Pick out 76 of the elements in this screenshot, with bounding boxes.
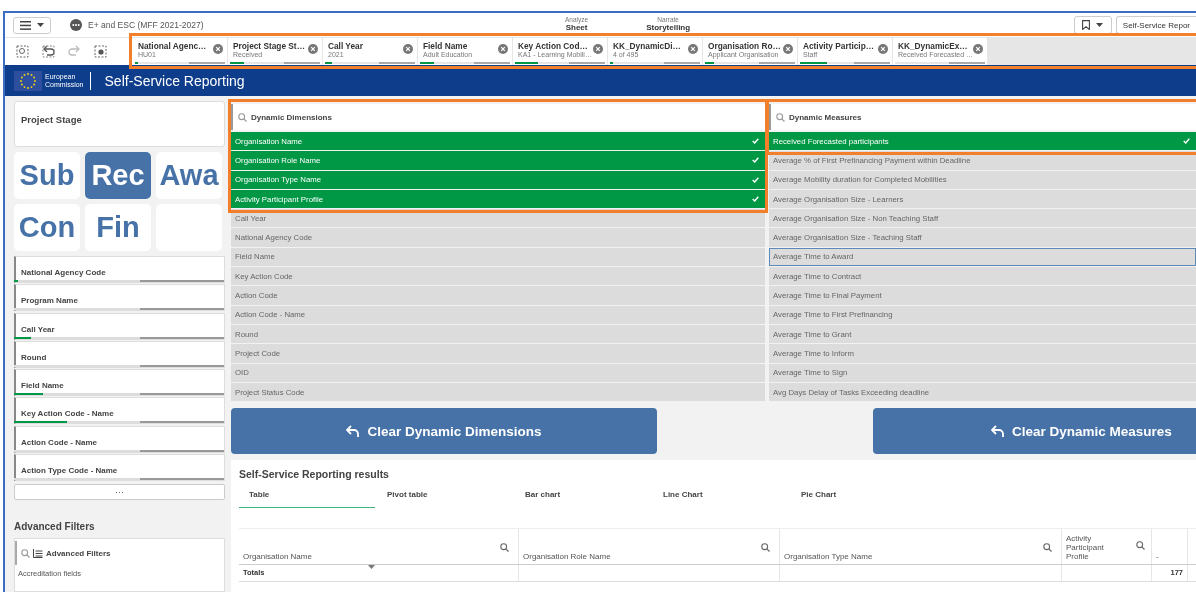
list-icon <box>33 548 43 558</box>
sheet-button[interactable]: Self-Service Repor <box>1115 16 1196 34</box>
panel-title: Project Stage <box>21 114 82 125</box>
filter-pane[interactable]: Round <box>14 340 225 368</box>
bookmark-button[interactable] <box>1073 16 1112 34</box>
check-icon <box>752 157 759 164</box>
chip-field-name: KK_DynamicDi… <box>613 41 682 51</box>
search-field[interactable]: Dynamic Measures <box>769 104 1196 130</box>
caret-icon <box>37 23 44 27</box>
chip-field-name: Organisation Ro… <box>708 41 782 51</box>
filter-pane[interactable]: Key Action Code - Name <box>14 397 225 425</box>
chip-field-name: National Agenc… <box>138 41 208 51</box>
check-icon <box>752 176 759 183</box>
clear-selections-icon <box>94 45 107 58</box>
search-icon <box>238 112 247 122</box>
filter-pane[interactable]: Program Name <box>14 284 225 312</box>
stage-tile[interactable]: Rec <box>85 152 151 199</box>
bookmark-icon <box>1082 20 1091 30</box>
column-header[interactable]: - <box>1152 529 1188 565</box>
check-icon <box>1183 138 1190 145</box>
app-icon <box>70 19 82 31</box>
close-icon <box>973 44 983 54</box>
close-icon <box>498 44 508 54</box>
filter-pane[interactable]: Call Year <box>14 312 225 340</box>
selection-search-icon <box>16 45 29 58</box>
tab[interactable]: Bar chart <box>515 490 651 509</box>
column-header[interactable]: Organisation Role Name <box>519 529 780 565</box>
close-icon <box>783 44 793 54</box>
step-back-icon <box>42 45 55 58</box>
filter-pane[interactable]: National Agency Code <box>14 256 225 283</box>
search-icon <box>776 112 785 122</box>
stage-tile[interactable]: Fin <box>85 204 151 251</box>
check-icon <box>752 196 759 203</box>
chip-field-name: Activity Particip… <box>803 41 875 51</box>
search-field[interactable]: Dynamic Dimensions <box>231 104 765 130</box>
filter-pane[interactable]: Action Code - Name <box>14 425 225 453</box>
close-icon <box>213 44 223 54</box>
filter-pane[interactable]: Action Type Code - Name <box>14 454 225 482</box>
stage-tile[interactable]: Sub <box>14 152 80 199</box>
stage-tile[interactable]: Con <box>14 204 80 251</box>
chip-field-name: KK_DynamicEx… <box>898 41 969 51</box>
close-icon <box>593 44 603 54</box>
tab[interactable]: Pivot table <box>377 490 513 509</box>
clear-button[interactable]: Clear Dynamic Measures <box>873 408 1196 455</box>
app-title: E+ and ESC (MFF 2021-2027) <box>88 20 204 30</box>
chip-field-name: Project Stage St… <box>233 41 306 51</box>
filter-pane[interactable]: Field Name <box>14 369 225 397</box>
close-icon <box>308 44 318 54</box>
search-icon <box>21 548 30 558</box>
column-header[interactable]: Organisation Type Name <box>780 529 1062 565</box>
stage-tile[interactable]: Awa <box>156 152 222 199</box>
page-title: Self-Service Reporting <box>104 72 245 89</box>
step-forward-icon <box>68 45 81 58</box>
tab[interactable]: Pie Chart <box>791 490 927 509</box>
tab[interactable]: Line Chart <box>653 490 789 509</box>
section-heading: Advanced Filters <box>14 521 96 533</box>
panel-title: Self-Service Reporting results <box>239 468 390 481</box>
column-header[interactable]: Organisation Name <box>239 529 519 565</box>
clear-button[interactable]: Clear Dynamic Dimensions <box>231 408 657 455</box>
tab[interactable]: Table <box>239 490 375 509</box>
close-icon <box>403 44 413 54</box>
undo-arrow-icon <box>346 425 361 438</box>
more-button[interactable]: ··· <box>14 484 225 501</box>
caret-icon <box>1096 23 1104 27</box>
check-icon <box>752 138 759 145</box>
menu-button[interactable] <box>13 16 51 34</box>
close-icon <box>688 44 698 54</box>
search-label: Advanced Filters <box>46 548 111 558</box>
chip-field-name: Key Action Cod… <box>518 41 589 51</box>
undo-arrow-icon <box>991 425 1005 438</box>
eu-flag-icon <box>14 70 42 91</box>
chip-field-name: Call Year <box>328 41 364 51</box>
chip-field-name: Field Name <box>423 41 469 51</box>
menu-icon <box>20 20 31 30</box>
column-header[interactable]: Activity Participant Profile <box>1062 529 1152 565</box>
close-icon <box>878 44 888 54</box>
